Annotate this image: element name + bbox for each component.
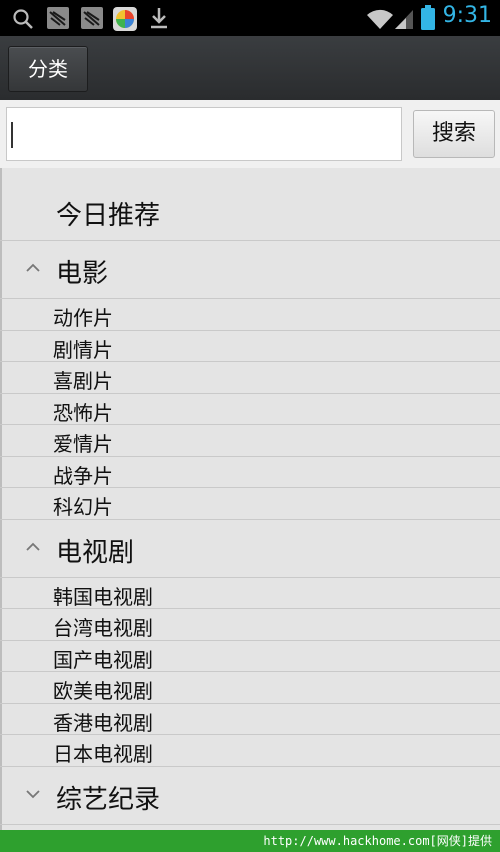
list-item-label: 台湾电视剧	[53, 616, 153, 640]
signal-icon	[395, 10, 413, 29]
list-item[interactable]: 台湾电视剧	[0, 609, 500, 641]
list-item[interactable]: 恐怖片	[0, 394, 500, 425]
group-header-variety-documentary[interactable]: 综艺纪录	[0, 767, 500, 825]
notification-icon	[47, 7, 69, 29]
action-bar: 分类	[0, 36, 500, 101]
list-item-label: 爱情片	[53, 432, 113, 456]
chevron-down-icon	[26, 789, 40, 798]
group-header-movies[interactable]: 电影	[0, 241, 500, 299]
list-item[interactable]: 日本电视剧	[0, 735, 500, 767]
category-button[interactable]: 分类	[8, 46, 88, 92]
chevron-up-icon	[26, 263, 40, 272]
group-header-tv-series[interactable]: 电视剧	[0, 520, 500, 578]
chevron-up-icon	[26, 542, 40, 551]
list-item-label: 科幻片	[53, 495, 113, 519]
group-label: 电影	[56, 259, 109, 289]
clock: 9:31	[442, 3, 492, 28]
notification-icon	[81, 7, 103, 29]
list-item[interactable]: 科幻片	[0, 488, 500, 520]
search-icon	[13, 9, 33, 29]
battery-icon	[421, 5, 435, 30]
list-item-label: 国产电视剧	[53, 647, 153, 672]
list-item-label: 动作片	[53, 306, 113, 330]
list-item[interactable]: 香港电视剧	[0, 704, 500, 735]
watermark-footer: http://www.hackhome.com[网侠]提供	[0, 830, 500, 852]
group-label: 电视剧	[56, 537, 135, 568]
list-item-label: 今日推荐	[56, 201, 161, 231]
list-item-label: 喜剧片	[53, 369, 113, 393]
list-item[interactable]: 欧美电视剧	[0, 672, 500, 704]
status-bar: 9:31	[0, 0, 500, 36]
search-bar: 搜索	[0, 100, 500, 168]
text-caret	[11, 122, 13, 148]
list-item-label: 剧情片	[53, 337, 113, 362]
list-item-label: 欧美电视剧	[53, 679, 153, 703]
list-item-label: 战争片	[53, 463, 113, 488]
category-list: 今日推荐 电影 动作片 剧情片 喜剧片 恐怖片 爱情片 战争片 科幻片 电视剧 …	[0, 168, 500, 830]
search-input[interactable]	[6, 107, 402, 161]
wifi-icon	[367, 9, 393, 29]
list-item-label: 日本电视剧	[53, 742, 153, 766]
list-item-today-recommend[interactable]: 今日推荐	[0, 168, 500, 241]
list-item-label: 恐怖片	[53, 400, 113, 425]
list-item-label: 韩国电视剧	[53, 584, 153, 609]
list-item[interactable]: 动作片	[0, 299, 500, 331]
list-item[interactable]: 国产电视剧	[0, 641, 500, 672]
group-label: 综艺纪录	[56, 784, 161, 815]
list-item[interactable]: 爱情片	[0, 425, 500, 457]
download-icon	[151, 8, 167, 29]
list-item[interactable]: 韩国电视剧	[0, 578, 500, 609]
list-item-label: 香港电视剧	[53, 710, 153, 735]
search-button[interactable]: 搜索	[413, 110, 495, 158]
list-item[interactable]: 喜剧片	[0, 362, 500, 394]
list-item[interactable]: 战争片	[0, 457, 500, 488]
list-item[interactable]: 剧情片	[0, 331, 500, 362]
app-store-icon	[113, 7, 137, 31]
